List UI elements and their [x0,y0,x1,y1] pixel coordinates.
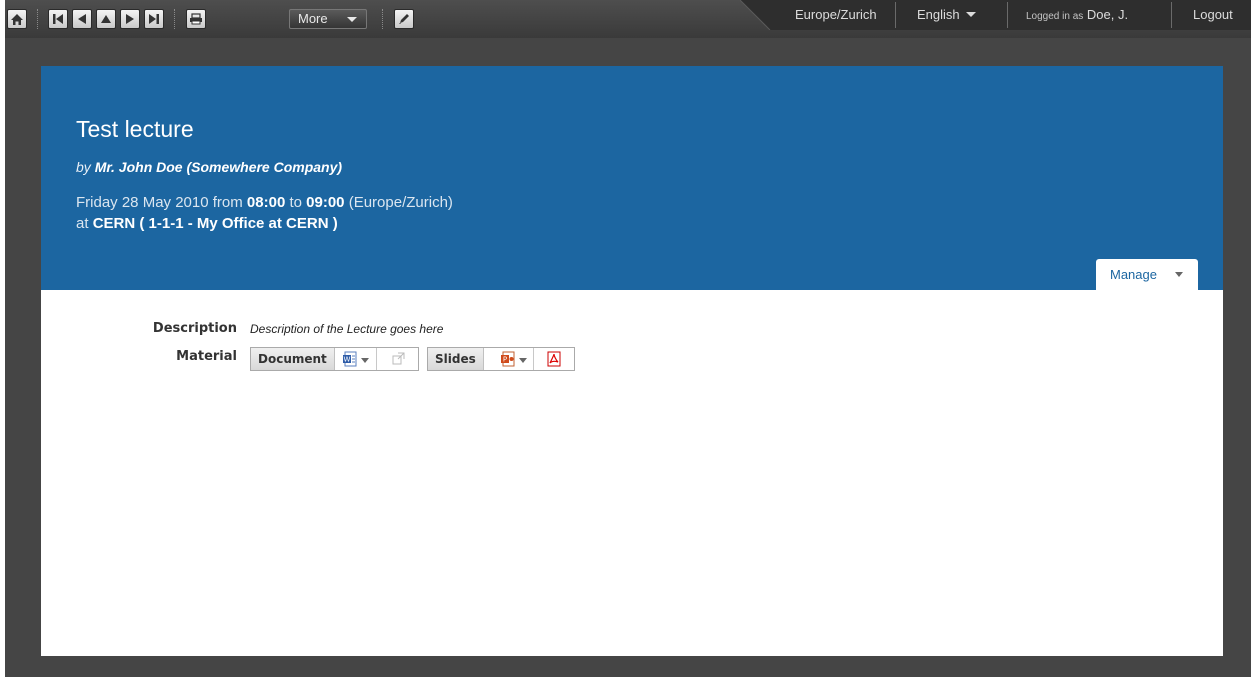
more-menu-button[interactable]: More [289,9,367,29]
timezone-selector[interactable]: Europe/Zurich [795,5,877,25]
date-prefix: Friday 28 May 2010 from [76,194,243,211]
material-document: Document W [250,347,419,371]
toolbar-separator [37,9,38,29]
event-title: Test lecture [76,116,194,142]
up-icon[interactable] [96,9,116,29]
description-value: Description of the Lecture goes here [250,322,444,336]
start-time: 08:00 [246,194,286,211]
chevron-down-icon[interactable] [519,358,527,363]
material-slides: Slides P [427,347,575,371]
language-label: English [917,7,960,22]
edit-icon[interactable] [394,9,414,29]
to-word: to [289,194,302,211]
status-divider [1007,2,1008,28]
event-details: Description Description of the Lecture g… [41,290,1223,656]
next-icon[interactable] [120,9,140,29]
event-location: CERN ( 1-1-1 - My Office at CERN ) [92,215,338,232]
logged-in-user[interactable]: Logged in as Doe, J. [1026,5,1128,25]
timezone-note: (Europe/Zurich) [348,194,453,211]
by-prefix: by [76,159,91,175]
material-label: Material [176,349,237,364]
end-time: 09:00 [306,194,345,211]
material-document-link[interactable]: Document [251,348,335,370]
event-speaker-line: by Mr. John Doe (Somewhere Company) [76,159,342,175]
description-label: Description [152,321,237,336]
top-toolbar: More Europe/Zurich English Logged in as … [5,0,1251,38]
chevron-down-icon [965,12,976,17]
more-label: More [298,11,328,26]
chevron-down-icon [347,17,357,22]
home-icon[interactable] [7,9,27,29]
material-divider [533,348,534,370]
speaker-name: Mr. John Doe (Somewhere Company) [94,159,343,175]
word-doc-icon[interactable]: W [342,351,358,367]
previous-icon[interactable] [72,9,92,29]
last-icon[interactable] [144,9,164,29]
external-link-icon[interactable] [391,351,407,367]
logout-link[interactable]: Logout [1193,5,1233,25]
svg-text:P: P [503,356,507,364]
svg-text:W: W [344,356,351,364]
logged-in-prefix: Logged in as [1026,11,1084,22]
pdf-icon[interactable] [546,351,562,367]
powerpoint-icon[interactable]: P [500,351,516,367]
chevron-down-icon[interactable] [361,358,369,363]
print-icon[interactable] [186,9,206,29]
event-header: Test lecture by Mr. John Doe (Somewhere … [41,66,1223,290]
manage-menu-button[interactable]: Manage [1096,259,1198,290]
event-location-line: at CERN ( 1-1-1 - My Office at CERN ) [76,215,338,232]
at-prefix: at [76,215,89,232]
logout-label: Logout [1193,7,1233,22]
event-date-line: Friday 28 May 2010 from 08:00 to 09:00 (… [76,194,453,211]
toolbar-separator [382,9,383,29]
first-icon[interactable] [48,9,68,29]
material-slides-link[interactable]: Slides [428,348,484,370]
status-area: Europe/Zurich English Logged in as Doe, … [740,0,1251,30]
status-divider [895,2,896,28]
material-divider [376,348,377,370]
user-name: Doe, J. [1086,7,1129,22]
chevron-down-icon [1175,272,1183,277]
manage-label: Manage [1110,267,1157,282]
toolbar-separator [174,9,175,29]
status-divider [1171,2,1172,28]
language-selector[interactable]: English [917,5,976,25]
timezone-label: Europe/Zurich [795,7,877,22]
